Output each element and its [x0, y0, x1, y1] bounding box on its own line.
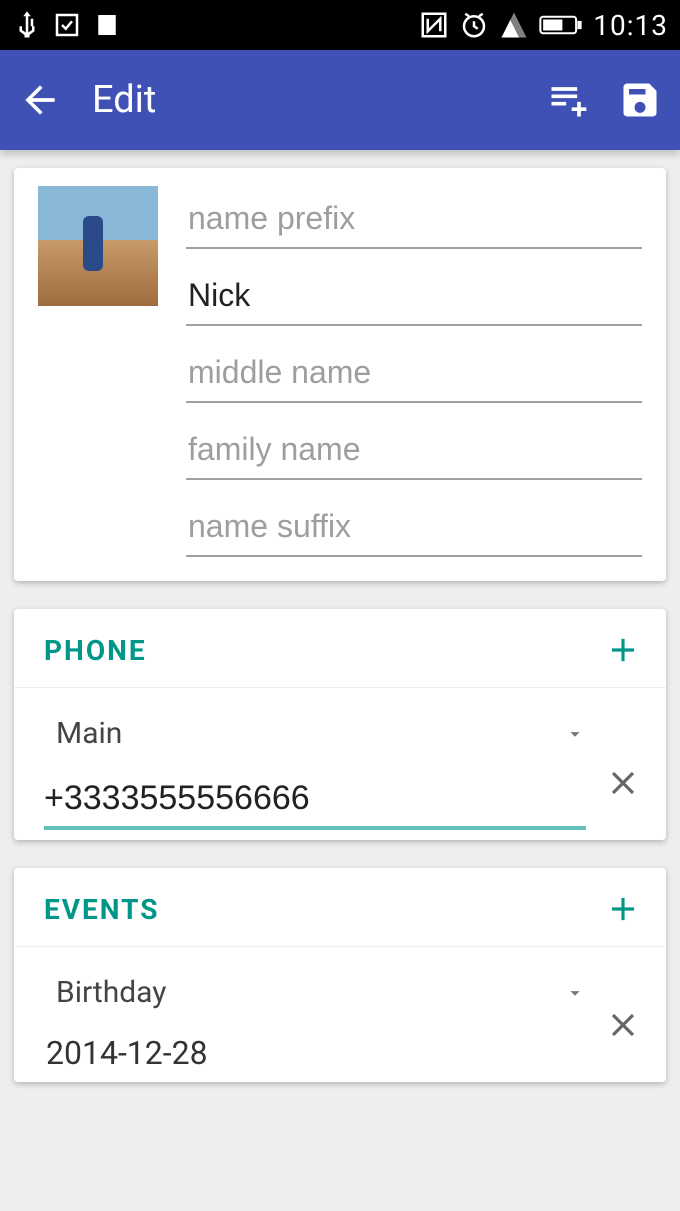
event-date-value[interactable]: 2014-12-28 [44, 1028, 586, 1072]
phone-number-input[interactable] [44, 769, 586, 830]
signal-icon [499, 10, 529, 40]
battery-icon [539, 10, 583, 40]
clock: 10:13 [593, 9, 668, 42]
middle-name-input[interactable] [186, 340, 642, 403]
phone-section-title: PHONE [44, 634, 147, 667]
event-type-label: Birthday [56, 975, 166, 1010]
add-event-button[interactable] [604, 890, 642, 928]
events-section-title: EVENTS [44, 893, 160, 926]
back-button[interactable] [18, 78, 62, 122]
phone-type-label: Main [56, 716, 122, 751]
status-bar: 10:13 [0, 0, 680, 50]
first-name-input[interactable] [186, 263, 642, 326]
name-card [14, 168, 666, 581]
phone-card: PHONE Main [14, 609, 666, 840]
add-phone-button[interactable] [604, 631, 642, 669]
app-bar: Edit [0, 50, 680, 150]
add-list-button[interactable] [546, 78, 590, 122]
alarm-icon [459, 10, 489, 40]
usb-icon [12, 10, 42, 40]
events-card: EVENTS Birthday 2014-12-28 [14, 868, 666, 1082]
page-title: Edit [92, 78, 518, 122]
event-type-dropdown[interactable]: Birthday [44, 967, 586, 1028]
remove-phone-button[interactable] [604, 764, 642, 802]
name-suffix-input[interactable] [186, 494, 642, 557]
save-button[interactable] [618, 78, 662, 122]
contact-avatar[interactable] [38, 186, 158, 306]
name-prefix-input[interactable] [186, 186, 642, 249]
nfc-icon [419, 10, 449, 40]
phone-type-dropdown[interactable]: Main [44, 708, 586, 769]
chevron-down-icon [564, 723, 586, 745]
app-icon [92, 10, 122, 40]
family-name-input[interactable] [186, 417, 642, 480]
remove-event-button[interactable] [604, 1006, 642, 1044]
debug-icon [52, 10, 82, 40]
chevron-down-icon [564, 982, 586, 1004]
